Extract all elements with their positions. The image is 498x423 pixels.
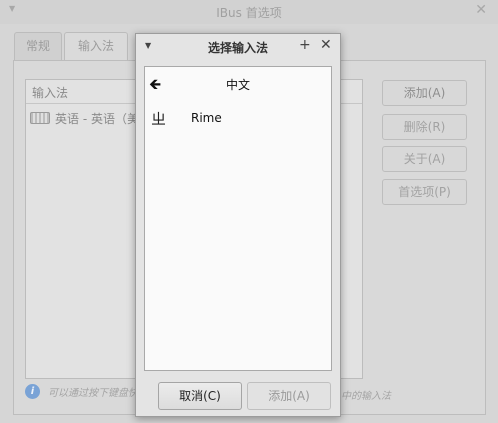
- select-input-method-dialog: ▼ 选择输入法 + ✕ 🡸 中文 ㄓ Rime 取消(C) 添加(A): [135, 33, 341, 417]
- rime-icon: ㄓ: [151, 110, 167, 128]
- list-item-rime[interactable]: ㄓ Rime: [145, 105, 331, 133]
- bg-about-button: 关于(A): [382, 146, 467, 172]
- bg-close-icon: ✕: [475, 2, 487, 18]
- bg-info-row: i 可以通过按下键盘快: [25, 384, 138, 399]
- bg-list-item: 英语 - 英语（美: [30, 108, 139, 128]
- back-row[interactable]: 🡸 中文: [145, 71, 331, 97]
- close-icon[interactable]: ✕: [320, 37, 332, 53]
- pin-icon[interactable]: +: [299, 37, 311, 53]
- add-button[interactable]: 添加(A): [247, 382, 331, 410]
- info-icon: i: [25, 384, 40, 399]
- cancel-button[interactable]: 取消(C): [158, 382, 242, 410]
- tab-general: 常规: [14, 32, 62, 60]
- bg-titlebar: ▼ IBus 首选项 ✕: [0, 0, 498, 24]
- dialog-titlebar: ▼ 选择输入法 + ✕: [136, 34, 340, 58]
- bg-window-title: IBus 首选项: [216, 6, 282, 20]
- list-item-label: Rime: [191, 111, 222, 125]
- bg-info-text-right: 中的输入法: [341, 391, 391, 402]
- keyboard-icon: [30, 112, 50, 124]
- tab-input-method: 输入法: [64, 32, 128, 61]
- language-label: 中文: [225, 78, 250, 92]
- bg-remove-button: 删除(R): [382, 114, 467, 140]
- bg-list-item-label: 英语 - 英语（美: [55, 111, 139, 126]
- bg-preferences-button: 首选项(P): [382, 179, 467, 205]
- input-method-list: 🡸 中文 ㄓ Rime: [144, 66, 332, 371]
- bg-info-text-left: 可以通过按下键盘快: [48, 388, 138, 399]
- bg-add-button: 添加(A): [382, 80, 467, 106]
